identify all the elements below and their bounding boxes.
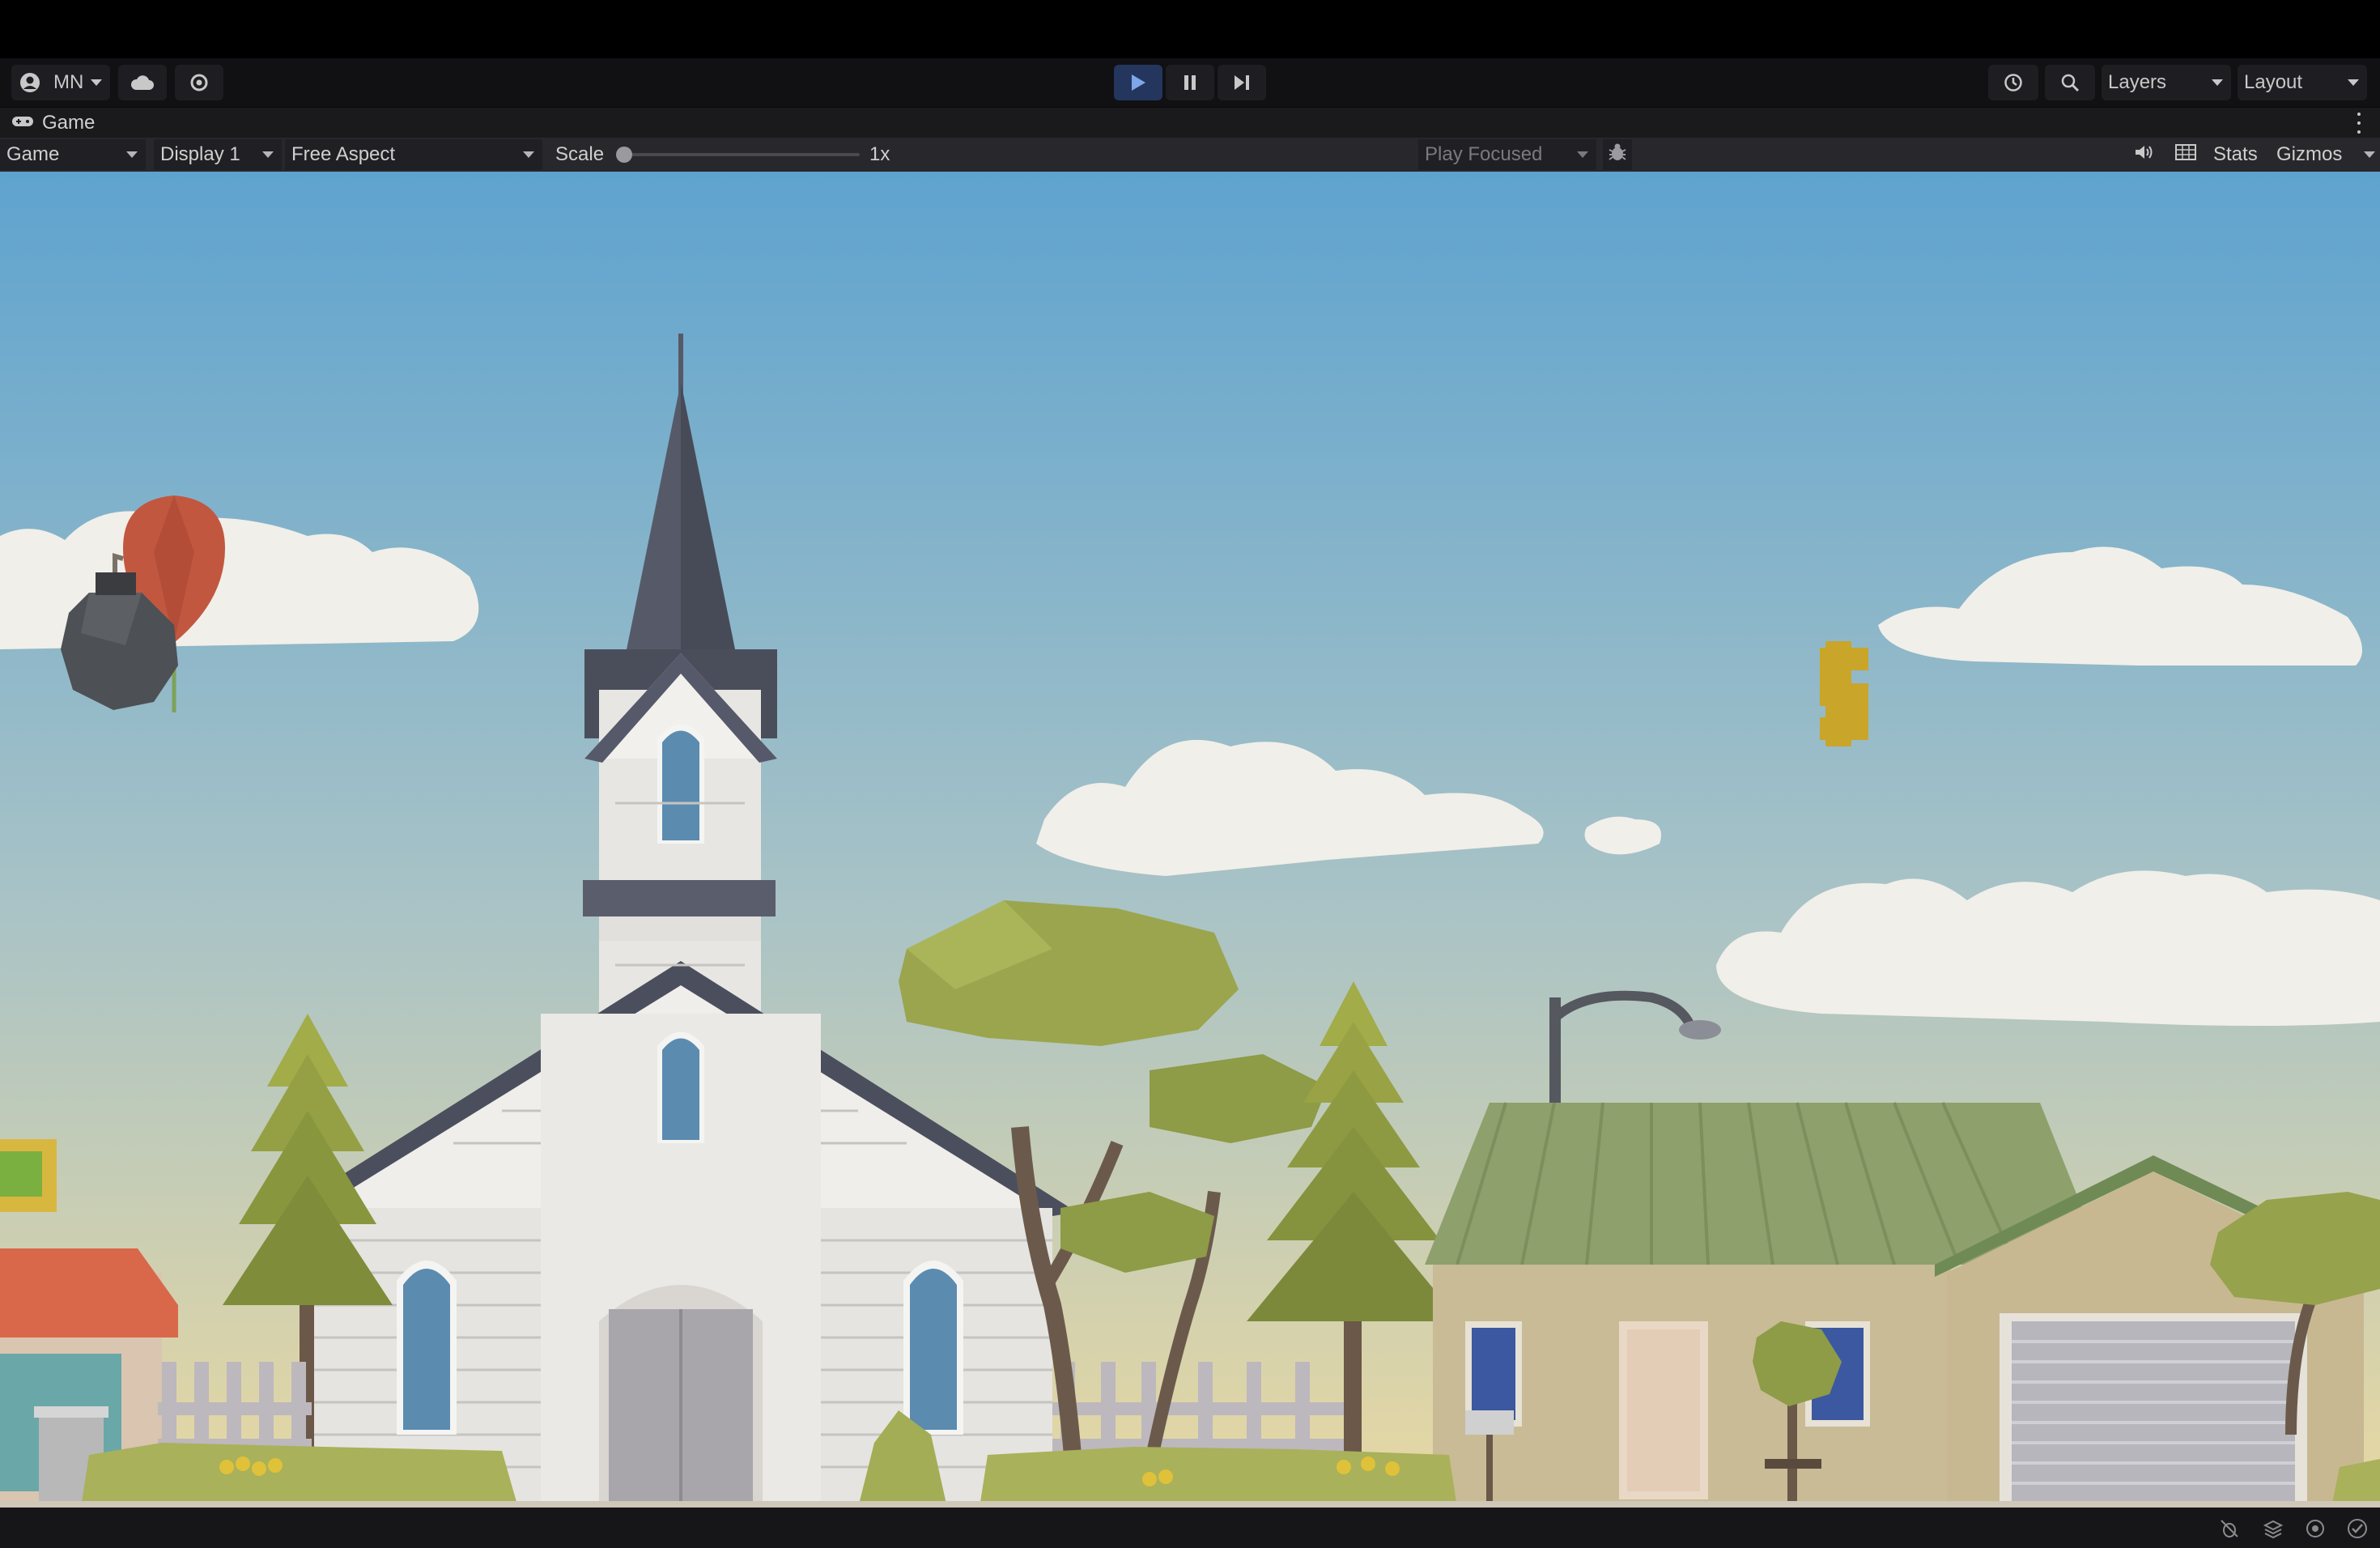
ground: [0, 1501, 2380, 1508]
pause-icon: [1182, 74, 1198, 91]
gizmos-dropdown[interactable]: Gizmos: [2270, 139, 2380, 170]
search-button[interactable]: [2045, 65, 2095, 100]
chevron-down-icon: [2364, 151, 2375, 158]
history-icon: [2003, 72, 2024, 93]
grid-icon: [2174, 143, 2197, 167]
chevron-down-icon: [262, 151, 274, 158]
view-mode-dropdown[interactable]: Game: [0, 139, 146, 170]
layout-label: Layout: [2244, 71, 2303, 93]
settings-button[interactable]: [175, 65, 223, 100]
render-status-icon[interactable]: [2304, 1517, 2327, 1540]
bug-icon: [1607, 142, 1628, 168]
audio-button[interactable]: [2127, 139, 2160, 170]
display-dropdown[interactable]: Display 1: [154, 139, 282, 170]
bug-button[interactable]: [1603, 139, 1632, 170]
account-dropdown[interactable]: MN: [11, 65, 110, 100]
grid-button[interactable]: [2170, 139, 2202, 170]
account-label: MN: [53, 71, 84, 93]
chevron-down-icon: [126, 151, 138, 158]
chevron-down-icon: [1577, 151, 1588, 158]
aspect-label: Free Aspect: [291, 143, 396, 165]
gamepad-icon: [11, 112, 34, 134]
game-viewport[interactable]: [0, 172, 2380, 1508]
step-button[interactable]: [1218, 65, 1266, 100]
layout-dropdown[interactable]: Layout: [2238, 65, 2367, 100]
tab-label: Game: [42, 112, 96, 134]
display-label: Display 1: [160, 143, 240, 165]
cloud-icon: [130, 74, 155, 91]
chevron-down-icon: [2212, 79, 2223, 86]
status-bar: [0, 1508, 2380, 1548]
tab-bar: Game: [0, 107, 2380, 138]
scale-label: Scale: [555, 143, 605, 165]
check-status-icon[interactable]: [2346, 1517, 2369, 1540]
layers-dropdown[interactable]: Layers: [2102, 65, 2231, 100]
tab-game[interactable]: Game: [11, 108, 95, 138]
stats-button[interactable]: Stats: [2213, 138, 2258, 172]
pause-button[interactable]: [1166, 65, 1214, 100]
main-toolbar: MN Layers Layout: [0, 58, 2380, 107]
dollar-sign: [1820, 641, 1868, 746]
speaker-icon: [2133, 143, 2154, 167]
scale-value: 1x: [869, 143, 890, 165]
step-icon: [1232, 74, 1252, 91]
chevron-down-icon: [523, 151, 534, 158]
scale-slider-thumb[interactable]: [616, 147, 632, 163]
play-mode-dropdown[interactable]: Play Focused: [1418, 139, 1596, 170]
bug-status-icon[interactable]: [2218, 1517, 2241, 1540]
play-mode-label: Play Focused: [1425, 143, 1543, 165]
layers-label: Layers: [2108, 71, 2167, 93]
aspect-dropdown[interactable]: Free Aspect: [285, 139, 542, 170]
layers-status-icon[interactable]: [2262, 1517, 2284, 1540]
gear-icon: [189, 72, 210, 93]
play-icon: [1129, 73, 1147, 92]
search-icon: [2060, 73, 2080, 92]
view-mode-label: Game: [6, 143, 60, 165]
kebab-menu-icon[interactable]: [2356, 113, 2362, 134]
account-icon: [19, 72, 40, 93]
play-button[interactable]: [1114, 65, 1162, 100]
gizmos-label: Gizmos: [2276, 143, 2343, 165]
game-view-toolbar: Game Display 1 Free Aspect Scale 1x Play…: [0, 138, 2380, 172]
cloud-button[interactable]: [118, 65, 167, 100]
scale-slider-track[interactable]: [623, 153, 860, 156]
chevron-down-icon: [2348, 79, 2359, 86]
window-titlebar: [0, 0, 2380, 58]
history-button[interactable]: [1988, 65, 2038, 100]
chevron-down-icon: [91, 79, 102, 86]
